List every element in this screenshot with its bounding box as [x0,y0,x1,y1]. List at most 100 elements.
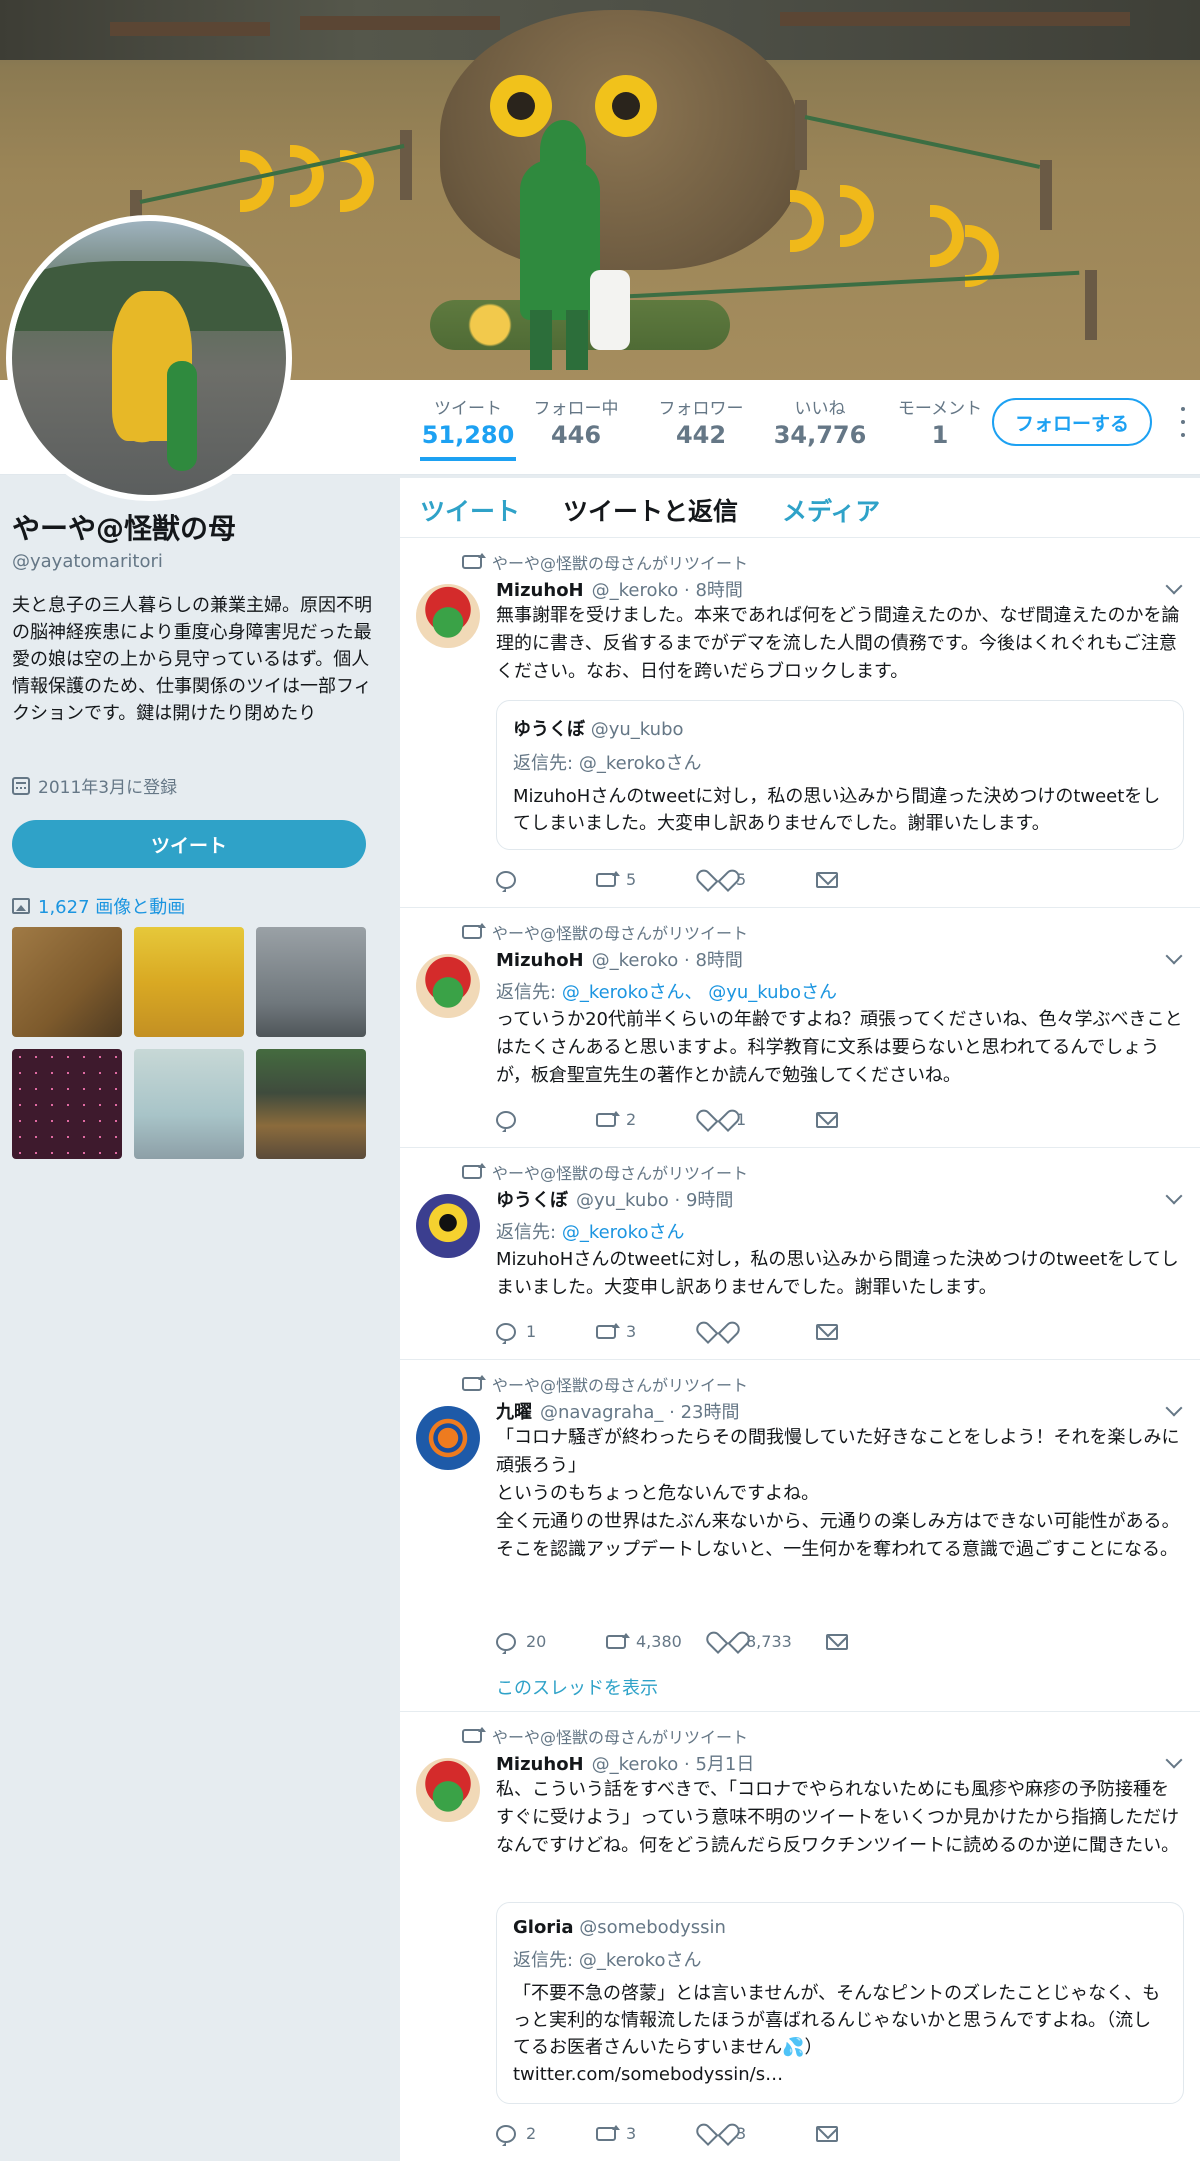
quoted-user-name: Gloria [513,1917,574,1938]
user-name[interactable]: MizuhoH [496,580,584,601]
tweet[interactable]: やーや@怪獣の母さんがリツイート MizuhoH @_keroko · 8時間 … [400,538,1200,908]
user-name[interactable]: MizuhoH [496,950,584,971]
stat-likes[interactable]: いいね 34,776 [770,394,870,449]
reply-to-user[interactable]: @_kerokoさん [562,1222,685,1243]
retweet-count: 3 [626,1322,637,1341]
direct-message-button[interactable] [816,871,926,888]
tab-media[interactable]: メディア [782,492,880,528]
stat-label: フォロー中 [533,399,619,419]
avatar[interactable] [416,1758,480,1822]
tab-tweets-and-replies[interactable]: ツイートと返信 [563,492,738,528]
media-thumbnail[interactable] [134,927,244,1037]
retweet-icon [462,1375,486,1391]
reply-button[interactable]: 2 [496,2124,596,2146]
user-name[interactable]: MizuhoH [496,1754,584,1775]
user-handle-time[interactable]: @_keroko · 5月1日 [592,1750,755,1776]
user-handle-time[interactable]: @yu_kubo · 9時間 [576,1186,733,1212]
reply-to-user: @_kerokoさん [578,753,702,774]
media-thumbnail[interactable] [134,1049,244,1159]
like-button[interactable]: 5 [706,870,816,889]
tweet-actions: 5 5 [496,870,926,892]
avatar[interactable] [416,1406,480,1470]
retweet-button[interactable]: 5 [596,870,706,889]
reply-icon [496,870,516,892]
like-button[interactable]: 8,733 [716,1632,826,1651]
direct-message-button[interactable] [826,1633,936,1650]
stat-following[interactable]: フォロー中 446 [530,394,622,449]
direct-message-button[interactable] [816,2125,926,2142]
retweet-icon [596,1110,620,1127]
retweet-button[interactable]: 4,380 [606,1632,716,1651]
direct-message-button[interactable] [816,1111,926,1128]
quoted-user-name: ゆうくぼ [513,719,585,740]
more-options-icon[interactable] [1178,407,1188,437]
like-button[interactable]: 1 [706,1110,816,1129]
direct-message-button[interactable] [816,1323,926,1340]
avatar[interactable] [416,1194,480,1258]
retweet-context: やーや@怪獣の母さんがリツイート [462,1724,748,1748]
reply-button[interactable]: 20 [496,1632,606,1654]
reply-to-user[interactable]: @yu_kuboさん [708,982,837,1003]
stat-moments[interactable]: モーメント 1 [895,394,985,449]
quoted-tweet[interactable]: Gloria @somebodyssin 返信先: @_kerokoさん 「不要… [496,1902,1184,2104]
retweet-icon [462,1163,486,1179]
retweet-count: 4,380 [636,1632,682,1651]
retweet-button[interactable]: 3 [596,1322,706,1341]
tweet-to-button[interactable]: ツイート [12,820,366,868]
chevron-down-icon[interactable] [1165,947,1183,965]
chevron-down-icon[interactable] [1165,1399,1183,1417]
profile-avatar[interactable] [6,215,292,501]
tab-tweets[interactable]: ツイート [420,492,520,528]
user-handle-time[interactable]: @_keroko · 8時間 [592,946,743,972]
tweet-actions: 2 1 [496,1110,926,1132]
user-name[interactable]: 九曜 [496,1398,532,1424]
like-button[interactable] [706,1323,816,1341]
timeline-tabs: ツイート ツイートと返信 メディア [400,478,1200,538]
joined-date: 2011年3月に登録 [12,773,177,798]
quoted-tweet-header: ゆうくぼ @yu_kubo [513,715,1167,741]
profile-name[interactable]: やーや@怪獣の母 [12,507,236,547]
tweet[interactable]: やーや@怪獣の母さんがリツイート MizuhoH @_keroko · 8時間 … [400,908,1200,1148]
profile-handle[interactable]: @yayatomaritori [12,551,163,572]
media-thumbnail[interactable] [256,1049,366,1159]
banner-claw [840,185,874,247]
reply-button[interactable] [496,1110,596,1132]
like-button[interactable]: 3 [706,2124,816,2143]
avatar[interactable] [416,584,480,648]
stat-tweets[interactable]: ツイート 51,280 [420,394,516,461]
media-thumbnail[interactable] [12,1049,122,1159]
retweet-count: 5 [626,870,637,889]
reply-count: 1 [526,1322,537,1341]
tweet[interactable]: やーや@怪獣の母さんがリツイート ゆうくぼ @yu_kubo · 9時間 返信先… [400,1148,1200,1360]
retweet-context: やーや@怪獣の母さんがリツイート [462,1160,748,1184]
retweet-icon [596,870,620,887]
chevron-down-icon[interactable] [1165,577,1183,595]
reply-to-user[interactable]: @_kerokoさん、 [562,982,703,1003]
stat-followers[interactable]: フォロワー 442 [655,394,747,449]
follow-button[interactable]: フォローする [992,398,1152,446]
retweet-button[interactable]: 3 [596,2124,706,2143]
media-thumbnail[interactable] [256,927,366,1037]
reply-button[interactable] [496,870,596,892]
chevron-down-icon[interactable] [1165,1187,1183,1205]
reply-to: 返信先: @_kerokoさん [496,1218,684,1244]
show-thread-link[interactable]: このスレッドを表示 [496,1674,658,1700]
media-thumbnail[interactable] [12,927,122,1037]
stat-label: フォロワー [658,399,744,419]
tweet[interactable]: やーや@怪獣の母さんがリツイート 九曜 @navagraha_ · 23時間 「… [400,1360,1200,1712]
reply-button[interactable]: 1 [496,1322,596,1344]
retweet-context-label: やーや@怪獣の母さんがリツイート [492,1164,749,1183]
quoted-tweet-header: Gloria @somebodyssin [513,1917,1167,1938]
quoted-tweet-text: 「不要不急の啓蒙」とは言いませんが、そんなピントのズレたことじゃなく、もっと実利… [513,1983,1161,2085]
user-name[interactable]: ゆうくぼ [496,1186,568,1212]
user-handle-time[interactable]: @navagraha_ · 23時間 [540,1398,740,1424]
retweet-button[interactable]: 2 [596,1110,706,1129]
chevron-down-icon[interactable] [1165,1751,1183,1769]
stat-label: ツイート [434,399,502,419]
tweet[interactable]: やーや@怪獣の母さんがリツイート MizuhoH @_keroko · 5月1日… [400,1712,1200,2161]
user-handle-time[interactable]: @_keroko · 8時間 [592,576,743,602]
photos-videos-link[interactable]: 1,627 画像と動画 [12,893,185,919]
retweet-context: やーや@怪獣の母さんがリツイート [462,550,748,574]
quoted-tweet[interactable]: ゆうくぼ @yu_kubo 返信先: @_kerokoさん MizuhoHさんの… [496,700,1184,850]
avatar[interactable] [416,954,480,1018]
